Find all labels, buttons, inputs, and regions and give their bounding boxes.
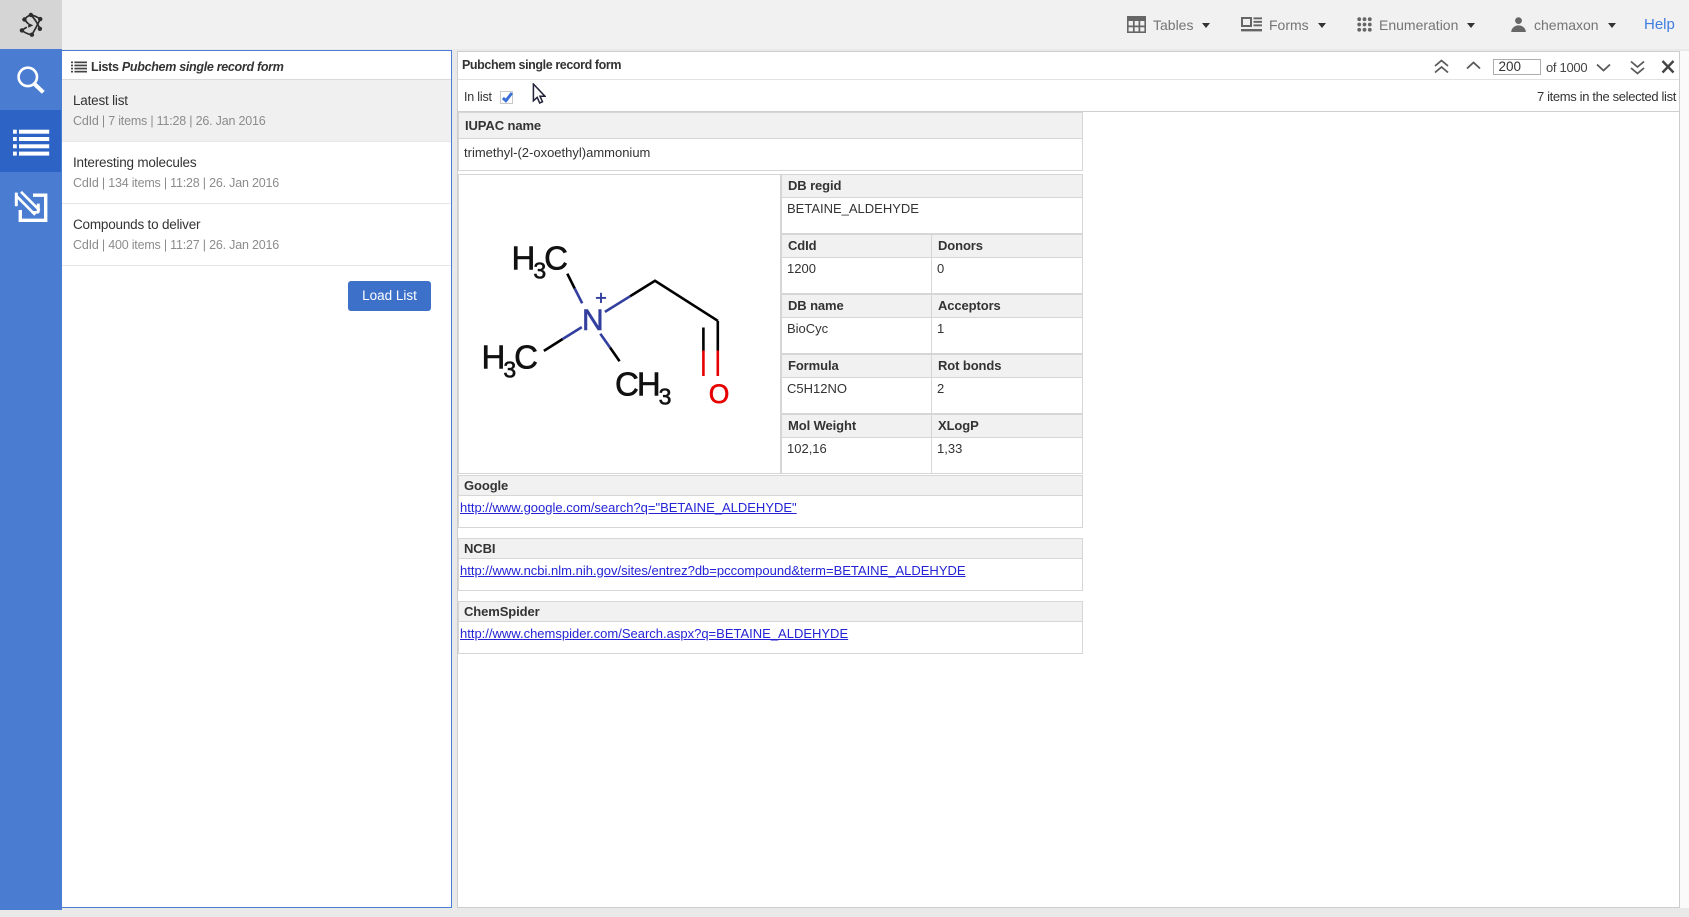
svg-text:H3C: H3C [512,239,568,283]
svg-text:CH3: CH3 [615,365,671,409]
svg-text:O: O [709,379,730,409]
svg-text:N: N [582,304,604,337]
svg-text:H3C: H3C [482,338,538,382]
